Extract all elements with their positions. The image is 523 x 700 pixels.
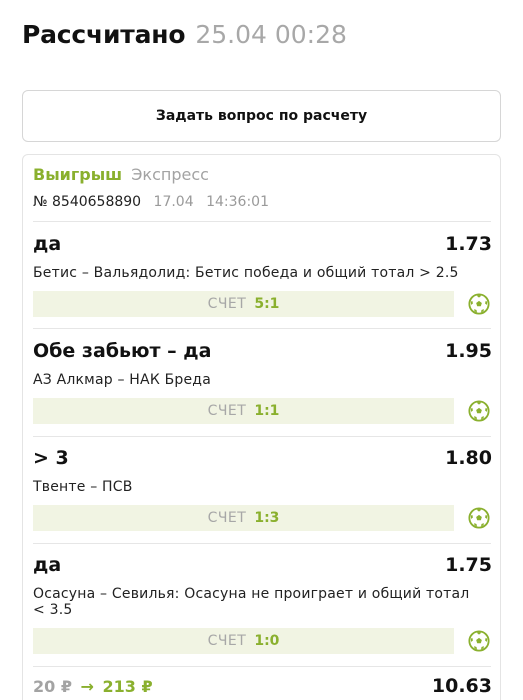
- event-outcome: > 3: [33, 447, 69, 469]
- arrow-right-icon: →: [80, 677, 94, 696]
- soccer-ball-icon: [468, 293, 490, 315]
- score-label: СЧЕТ: [207, 633, 247, 649]
- soccer-ball-icon: [468, 630, 490, 652]
- bet-status: Выигрыш Экспресс: [33, 165, 209, 184]
- event-outcome: да: [33, 233, 62, 255]
- stake-payout: 20 ₽ → 213 ₽: [33, 677, 153, 696]
- bet-time: 14:36:01: [206, 194, 269, 210]
- bet-type: Экспресс: [131, 165, 209, 184]
- event-coefficient: 1.80: [445, 447, 492, 469]
- score-label: СЧЕТ: [207, 296, 247, 312]
- event-score-bar: СЧЕТ 5:1: [33, 291, 454, 317]
- bet-info: № 8540658890 17.04 14:36:01: [33, 194, 269, 210]
- page-header: Рассчитано 25.04 00:28: [22, 20, 347, 49]
- score-label: СЧЕТ: [207, 403, 247, 419]
- bet-summary: 20 ₽ → 213 ₽ 10.63: [23, 673, 502, 700]
- bet-date: 17.04: [153, 194, 194, 210]
- event-description: Бетис – Вальядолид: Бетис победа и общий…: [33, 265, 459, 281]
- bet-number: № 8540658890: [33, 194, 142, 210]
- event-score-bar: СЧЕТ 1:1: [33, 398, 454, 424]
- divider: [33, 221, 491, 222]
- score-value: 1:0: [254, 633, 280, 649]
- event-description: Твенте – ПСВ: [33, 479, 133, 495]
- event-coefficient: 1.73: [445, 233, 492, 255]
- total-coefficient: 10.63: [431, 675, 492, 697]
- stake-amount: 20 ₽: [33, 677, 72, 696]
- event-coefficient: 1.75: [445, 554, 492, 576]
- score-value: 1:3: [254, 510, 280, 526]
- divider: [33, 666, 491, 667]
- score-value: 5:1: [254, 296, 280, 312]
- divider: [33, 543, 491, 544]
- event-outcome: Обе забьют – да: [33, 340, 212, 362]
- event-score-bar: СЧЕТ 1:3: [33, 505, 454, 531]
- settled-datetime: 25.04 00:28: [195, 20, 347, 49]
- divider: [33, 328, 491, 329]
- ask-question-button[interactable]: Задать вопрос по расчету: [22, 90, 501, 142]
- event-coefficient: 1.95: [445, 340, 492, 362]
- event-score-bar: СЧЕТ 1:0: [33, 628, 454, 654]
- bet-card[interactable]: Выигрыш Экспресс № 8540658890 17.04 14:3…: [22, 154, 501, 700]
- payout-amount: 213 ₽: [102, 677, 153, 696]
- event-outcome: да: [33, 554, 62, 576]
- bet-result: Выигрыш: [33, 165, 123, 184]
- event-description: АЗ Алкмар – НАК Бреда: [33, 372, 211, 388]
- soccer-ball-icon: [468, 400, 490, 422]
- page-title: Рассчитано: [22, 20, 186, 49]
- soccer-ball-icon: [468, 507, 490, 529]
- divider: [33, 436, 491, 437]
- score-label: СЧЕТ: [207, 510, 247, 526]
- event-description: Осасуна – Севилья: Осасуна не проиграет …: [33, 586, 470, 618]
- score-value: 1:1: [254, 403, 280, 419]
